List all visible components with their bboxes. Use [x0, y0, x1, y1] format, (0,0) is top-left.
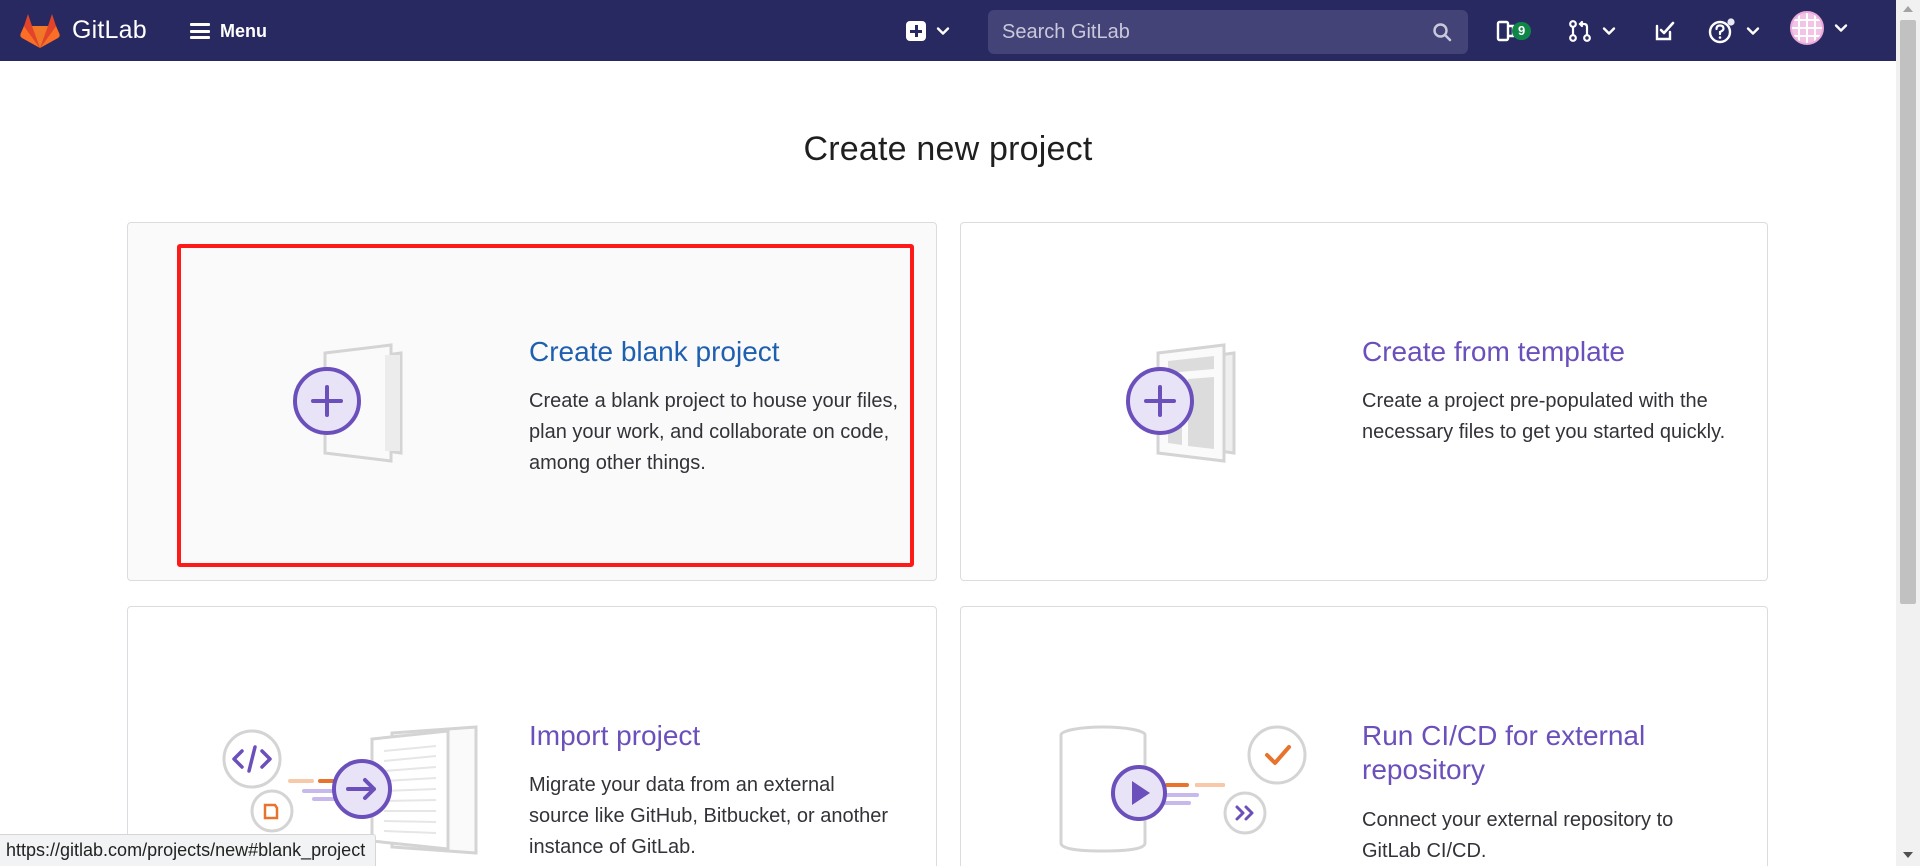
run-cicd-external-repo-card[interactable]: Run CI/CD for external repository Connec… [960, 606, 1768, 866]
todo-icon [1655, 21, 1675, 41]
chevron-down-icon [936, 27, 950, 35]
search-input[interactable] [1002, 20, 1422, 44]
page-title: Create new project [803, 130, 1093, 168]
card-title[interactable]: Run CI/CD for external repository [1362, 719, 1722, 787]
chevron-down-icon [1834, 24, 1848, 32]
card-title[interactable]: Create from template [1362, 335, 1625, 369]
help-button[interactable] [1708, 16, 1760, 46]
scrollbar-thumb[interactable] [1900, 20, 1916, 604]
template-project-icon [1126, 343, 1236, 463]
brand-home-link[interactable]: GitLab [20, 12, 147, 49]
issues-button[interactable]: 9 [1496, 16, 1532, 46]
scroll-up-arrow-icon[interactable] [1903, 6, 1913, 12]
help-icon [1708, 18, 1735, 44]
menu-icon [190, 23, 210, 39]
search-icon[interactable] [1432, 22, 1452, 42]
top-navigation-bar: GitLab Menu 9 [0, 0, 1896, 61]
search-bar [988, 10, 1468, 54]
card-description: Migrate your data from an external sourc… [529, 774, 889, 858]
merge-requests-button[interactable] [1568, 16, 1616, 46]
gitlab-logo-icon [20, 14, 60, 48]
issues-count-badge: 9 [1512, 22, 1532, 40]
page-scrollbar[interactable] [1896, 0, 1920, 866]
user-menu-button[interactable] [1790, 11, 1848, 45]
link-preview-status-bar: https://gitlab.com/projects/new#blank_pr… [0, 834, 377, 866]
card-title[interactable]: Create blank project [529, 335, 780, 369]
card-description: Create a blank project to house your fil… [529, 390, 899, 474]
chevron-down-icon [1602, 27, 1616, 35]
create-from-template-card[interactable]: Create from template Create a project pr… [960, 222, 1768, 581]
brand-name: GitLab [72, 16, 147, 44]
blank-project-icon [293, 343, 403, 463]
new-item-dropdown-button[interactable] [906, 16, 958, 46]
create-blank-project-card[interactable]: Create blank project Create a blank proj… [127, 222, 937, 581]
menu-button[interactable]: Menu [190, 16, 267, 46]
card-description: Connect your external repository to GitL… [1362, 809, 1674, 862]
cicd-project-icon [1059, 725, 1307, 853]
chevron-down-icon [1746, 27, 1760, 35]
merge-request-icon [1569, 20, 1591, 42]
menu-label: Menu [220, 20, 267, 41]
todos-button[interactable] [1654, 16, 1676, 46]
card-title[interactable]: Import project [529, 719, 700, 753]
card-description: Create a project pre-populated with the … [1362, 390, 1726, 443]
avatar [1790, 11, 1824, 45]
import-project-card[interactable]: Import project Migrate your data from an… [127, 606, 937, 866]
plus-square-icon [906, 21, 926, 41]
scroll-down-arrow-icon[interactable] [1903, 852, 1913, 858]
